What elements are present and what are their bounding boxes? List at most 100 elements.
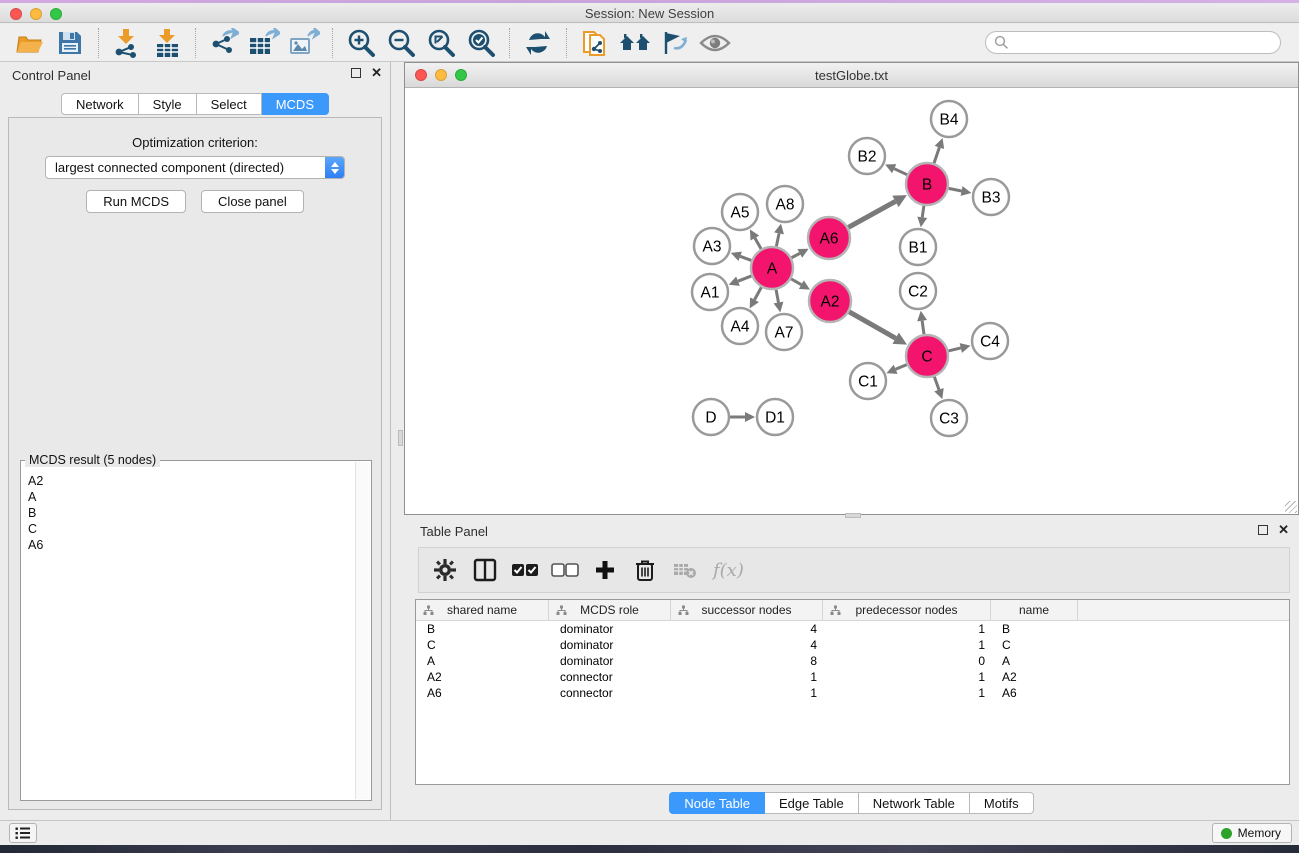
node-A6[interactable]: A6 [808, 217, 850, 259]
tab-style[interactable]: Style [139, 93, 197, 115]
show-column-icon[interactable] [467, 553, 503, 587]
table-cell[interactable]: 4 [671, 638, 823, 652]
node-A[interactable]: A [751, 247, 793, 289]
table-cell[interactable]: 1 [671, 670, 823, 684]
save-session-icon[interactable] [50, 27, 90, 59]
table-cell[interactable]: 1 [823, 622, 991, 636]
node-A4[interactable]: A4 [722, 308, 758, 344]
node-A8[interactable]: A8 [767, 186, 803, 222]
edge-A-A3[interactable] [740, 256, 751, 260]
table-row[interactable]: A2connector11A2 [416, 669, 1289, 685]
node-A3[interactable]: A3 [694, 228, 730, 264]
table-cell[interactable]: A2 [416, 670, 549, 684]
node-C1[interactable]: C1 [850, 363, 886, 399]
edge-C-C2[interactable] [922, 321, 924, 334]
table-cell[interactable]: 1 [823, 670, 991, 684]
edge-B-B4[interactable] [934, 147, 939, 163]
edge-C-C1[interactable] [896, 365, 907, 370]
import-network-icon[interactable] [107, 27, 147, 59]
table-cell[interactable]: A6 [991, 686, 1078, 700]
table-cell[interactable]: A [991, 654, 1078, 668]
edge-A2-C[interactable] [849, 312, 896, 338]
table-cell[interactable]: 1 [823, 638, 991, 652]
edge-B-B2[interactable] [894, 169, 907, 175]
column-header-successor-nodes[interactable]: successor nodes [671, 600, 823, 620]
hide-graphics-details-icon[interactable] [655, 27, 695, 59]
tab-network[interactable]: Network [61, 93, 139, 115]
edge-A6-B[interactable] [848, 201, 895, 227]
refresh-layout-icon[interactable] [518, 27, 558, 59]
table-cell[interactable]: dominator [549, 638, 671, 652]
memory-button[interactable]: Memory [1212, 823, 1292, 843]
node-A5[interactable]: A5 [722, 194, 758, 230]
table-cell[interactable]: A2 [991, 670, 1078, 684]
edge-B-B1[interactable] [922, 206, 924, 218]
close-panel-button[interactable]: Close panel [201, 190, 304, 213]
panel-splitter-handle[interactable] [398, 430, 403, 446]
node-D[interactable]: D [693, 399, 729, 435]
table-row[interactable]: Cdominator41C [416, 637, 1289, 653]
tab-node-table[interactable]: Node Table [669, 792, 765, 814]
create-column-icon[interactable] [587, 553, 623, 587]
node-C4[interactable]: C4 [972, 323, 1008, 359]
result-scrollbar[interactable] [355, 462, 370, 799]
node-table[interactable]: shared nameMCDS rolesuccessor nodesprede… [415, 599, 1290, 785]
select-all-columns-icon[interactable] [507, 553, 543, 587]
node-C2[interactable]: C2 [900, 273, 936, 309]
table-cell[interactable]: dominator [549, 654, 671, 668]
result-item[interactable]: A [28, 489, 348, 505]
edge-A-A5[interactable] [755, 238, 761, 249]
node-B4[interactable]: B4 [931, 101, 967, 137]
table-cell[interactable]: 4 [671, 622, 823, 636]
table-cell[interactable]: 8 [671, 654, 823, 668]
app-titlebar[interactable]: Session: New Session [0, 3, 1299, 23]
float-table-panel-icon[interactable] [1258, 525, 1268, 535]
node-C3[interactable]: C3 [931, 400, 967, 436]
table-cell[interactable]: A6 [416, 686, 549, 700]
node-A7[interactable]: A7 [766, 314, 802, 350]
edge-C-C4[interactable] [948, 348, 960, 351]
unselect-all-columns-icon[interactable] [547, 553, 583, 587]
export-table-icon[interactable] [244, 27, 284, 59]
table-cell[interactable]: C [991, 638, 1078, 652]
run-mcds-button[interactable]: Run MCDS [86, 190, 186, 213]
column-header-MCDS-role[interactable]: MCDS role [549, 600, 671, 620]
tab-motifs[interactable]: Motifs [970, 792, 1034, 814]
result-item[interactable]: B [28, 505, 348, 521]
tab-mcds[interactable]: MCDS [262, 93, 329, 115]
column-header-shared-name[interactable]: shared name [416, 600, 549, 620]
table-cell[interactable]: 0 [823, 654, 991, 668]
table-splitter-handle[interactable] [845, 513, 861, 518]
zoom-out-icon[interactable] [381, 27, 421, 59]
export-network-icon[interactable] [204, 27, 244, 59]
table-row[interactable]: Adominator80A [416, 653, 1289, 669]
table-cell[interactable]: C [416, 638, 549, 652]
network-window-titlebar[interactable]: testGlobe.txt [405, 63, 1298, 88]
edge-A-A7[interactable] [776, 290, 778, 303]
show-hide-view-icon[interactable] [695, 27, 735, 59]
optimization-criterion-dropdown[interactable]: largest connected component (directed) [45, 156, 345, 179]
table-cell[interactable]: B [991, 622, 1078, 636]
table-cell[interactable]: connector [549, 686, 671, 700]
table-cell[interactable]: connector [549, 670, 671, 684]
delete-column-icon[interactable] [627, 553, 663, 587]
task-history-button[interactable] [9, 823, 37, 843]
node-A1[interactable]: A1 [692, 274, 728, 310]
window-resize-grip[interactable] [1285, 501, 1297, 513]
result-item[interactable]: A6 [28, 537, 348, 553]
tab-select[interactable]: Select [197, 93, 262, 115]
node-B2[interactable]: B2 [849, 138, 885, 174]
clone-network-icon[interactable] [575, 27, 615, 59]
zoom-selected-icon[interactable] [461, 27, 501, 59]
tab-network-table[interactable]: Network Table [859, 792, 970, 814]
node-B1[interactable]: B1 [900, 229, 936, 265]
node-C[interactable]: C [906, 335, 948, 377]
table-settings-gear-icon[interactable] [427, 553, 463, 587]
node-A2[interactable]: A2 [809, 280, 851, 322]
edge-C-C3[interactable] [934, 377, 939, 390]
table-cell[interactable]: 1 [671, 686, 823, 700]
edge-A-A8[interactable] [776, 233, 779, 246]
network-canvas[interactable]: B4B2BB3A8A5A6A3B1AA1C2A2A4A7C4CC1C3DD1 [406, 89, 1297, 513]
table-cell[interactable]: A [416, 654, 549, 668]
open-in-cytoscape-home-icon[interactable] [615, 27, 655, 59]
